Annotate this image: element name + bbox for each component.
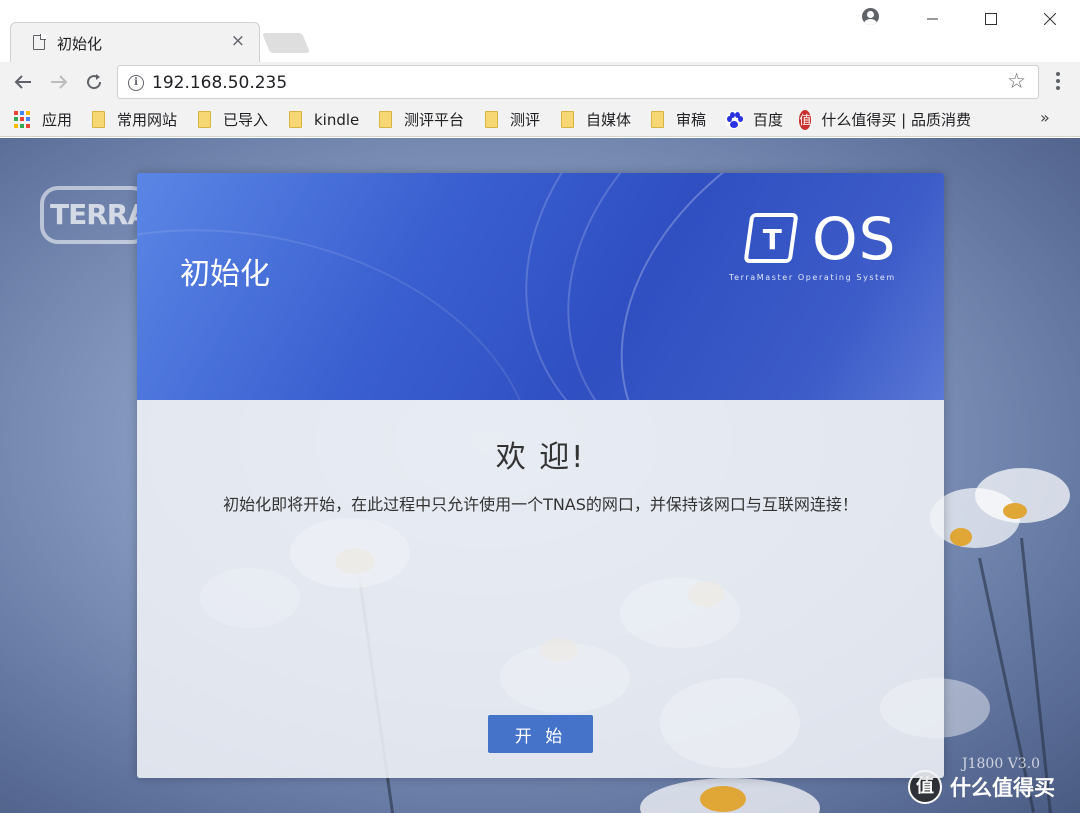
tos-logo-letter: T	[762, 223, 782, 256]
bookmarks-bar: 应用 常用网站 已导入 kindle 测评平台 测评 自媒体 审稿 百度 值 什…	[0, 102, 1080, 137]
maximize-button[interactable]	[966, 4, 1016, 34]
init-dialog: 初始化 T OS TerraMaster Operating System 欢 …	[137, 173, 944, 778]
bookmark-label: 已导入	[223, 111, 269, 129]
bookmark-folder[interactable]: 常用网站	[92, 102, 177, 137]
page-background: TERRAMASTER J1800 V3.0 值 什么值得买 初始化 T OS …	[0, 138, 1080, 813]
dialog-title: 初始化	[180, 257, 270, 292]
bookmark-apps[interactable]: 应用	[14, 102, 72, 137]
tos-logo-subtitle: TerraMaster Operating System	[729, 273, 896, 282]
tos-logo-name: OS	[812, 205, 897, 273]
bookmark-label: 审稿	[676, 111, 707, 129]
forward-button[interactable]	[45, 68, 73, 96]
bookmarks-overflow-icon[interactable]: »	[1040, 108, 1050, 127]
bookmark-folder[interactable]: 审稿	[651, 102, 706, 137]
bookmark-star-icon[interactable]: ☆	[1007, 69, 1026, 93]
back-arrow-icon	[14, 75, 31, 89]
bookmark-folder[interactable]: kindle	[289, 102, 359, 137]
forward-arrow-icon	[51, 75, 68, 89]
dialog-body: 欢 迎! 初始化即将开始，在此过程中只允许使用一个TNAS的网口，并保持该网口与…	[137, 400, 944, 778]
browser-tab[interactable]: 初始化 ×	[10, 22, 260, 62]
bookmark-label: 测评平台	[404, 111, 465, 129]
start-button[interactable]: 开 始	[488, 715, 593, 753]
bookmark-label: kindle	[314, 110, 360, 129]
window-close-button[interactable]	[1025, 4, 1075, 34]
bookmark-label: 测评	[510, 111, 541, 129]
new-tab-button[interactable]	[261, 33, 311, 53]
watermark-text: 什么值得买	[950, 776, 1055, 800]
smzdm-icon: 值	[799, 109, 812, 130]
bookmark-label: 应用	[42, 111, 73, 129]
bookmark-folder[interactable]: 自媒体	[561, 102, 631, 137]
account-icon[interactable]	[862, 8, 879, 25]
page-icon	[33, 34, 46, 50]
bookmark-folder[interactable]: 测评	[485, 102, 540, 137]
folder-icon	[651, 111, 664, 128]
tab-title: 初始化	[57, 35, 103, 53]
reload-button[interactable]	[80, 68, 108, 96]
folder-icon	[198, 111, 211, 128]
address-bar[interactable]: i 192.168.50.235 ☆	[117, 65, 1039, 99]
dialog-header: 初始化 T OS TerraMaster Operating System	[137, 173, 944, 400]
bookmark-label: 常用网站	[117, 111, 178, 129]
url-text[interactable]: 192.168.50.235	[152, 73, 287, 93]
welcome-heading: 欢 迎!	[495, 440, 586, 475]
tab-close-icon[interactable]: ×	[231, 31, 245, 51]
back-button[interactable]	[9, 68, 37, 96]
folder-icon	[485, 111, 498, 128]
bookmark-label: 百度	[753, 111, 784, 129]
bookmark-smzdm[interactable]: 值 什么值得买 | 品质消费	[799, 102, 971, 137]
folder-icon	[92, 111, 105, 128]
folder-icon	[379, 111, 392, 128]
browser-titlebar: 初始化 ×	[0, 0, 1080, 62]
bookmark-folder[interactable]: 已导入	[198, 102, 268, 137]
browser-menu-icon[interactable]	[1050, 70, 1066, 94]
init-message: 初始化即将开始，在此过程中只允许使用一个TNAS的网口，并保持该网口与互联网连接…	[223, 495, 858, 514]
maximize-icon	[985, 13, 997, 25]
minimize-button[interactable]	[908, 4, 958, 34]
baidu-paw-icon	[725, 110, 743, 129]
close-icon	[1044, 13, 1056, 25]
terramaster-logo: TERRAMASTER	[40, 186, 150, 244]
folder-icon	[289, 111, 302, 128]
browser-toolbar: i 192.168.50.235 ☆	[0, 62, 1080, 102]
folder-icon	[561, 111, 574, 128]
minimize-icon	[927, 18, 938, 20]
bookmark-baidu[interactable]: 百度	[725, 102, 783, 137]
reload-icon	[87, 74, 102, 90]
apps-icon	[14, 110, 32, 129]
bookmark-label: 什么值得买 | 品质消费	[821, 111, 971, 129]
info-icon[interactable]: i	[128, 75, 144, 91]
bookmark-folder[interactable]: 测评平台	[379, 102, 464, 137]
tos-logo-mark: T	[743, 213, 799, 263]
bookmark-label: 自媒体	[586, 111, 632, 129]
